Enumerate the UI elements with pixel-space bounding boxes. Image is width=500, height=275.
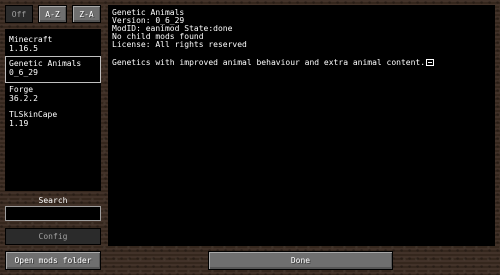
mod-list-item-tlskincape[interactable]: TLSkinCape 1.19 [5, 107, 101, 134]
mod-list-item-forge[interactable]: Forge 36.2.2 [5, 82, 101, 109]
sort-a-z-button[interactable]: A-Z [38, 5, 67, 23]
open-mods-folder-button[interactable]: Open mods folder [5, 251, 101, 270]
mod-version: 1.19 [9, 119, 29, 128]
mod-list-item-genetic-animals[interactable]: Genetic Animals 0_6_29 [5, 56, 101, 83]
config-button[interactable]: Config [5, 228, 101, 245]
done-button[interactable]: Done [208, 251, 393, 270]
mod-list-item-minecraft[interactable]: Minecraft 1.16.5 [5, 32, 101, 59]
mod-description-text: Genetics with improved animal behaviour … [112, 58, 426, 67]
mod-version: 1.16.5 [9, 44, 38, 53]
sort-z-a-button[interactable]: Z-A [72, 5, 101, 23]
mod-info-panel: Genetic Animals Version: 0_6_29 ModID: e… [108, 5, 495, 246]
search-input[interactable] [5, 206, 101, 221]
mod-name: TLSkinCape [9, 110, 58, 119]
mod-version: 0_6_29 [9, 68, 38, 77]
external-link-icon[interactable] [426, 59, 435, 66]
mod-name: Forge [9, 85, 34, 94]
mod-list[interactable]: Minecraft 1.16.5 Genetic Animals 0_6_29 … [5, 29, 101, 191]
mod-name: Genetic Animals [9, 59, 82, 68]
mod-name: Minecraft [9, 35, 53, 44]
search-label: Search [38, 196, 68, 205]
license-info: License: All rights reserved [112, 40, 247, 49]
sort-off-button[interactable]: Off [5, 5, 33, 23]
mod-version: 36.2.2 [9, 94, 38, 103]
mod-description: Genetics with improved animal behaviour … [112, 58, 435, 67]
